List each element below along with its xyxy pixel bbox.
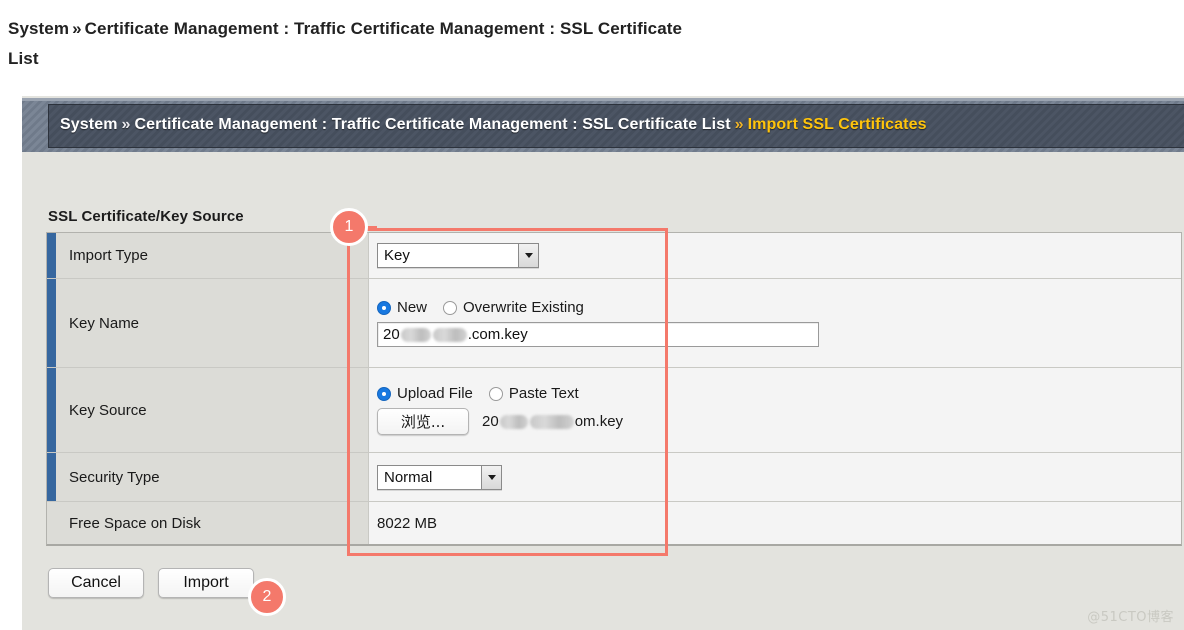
- page-title-path: Certificate Management : Traffic Certifi…: [84, 19, 683, 38]
- page-title-separator-icon: »: [72, 19, 82, 38]
- annotation-badge-2: 2: [248, 578, 286, 616]
- radio-key-name-overwrite[interactable]: [443, 300, 458, 315]
- row-label-key-source: Key Source: [47, 368, 369, 452]
- table-row: Key Source Upload File Paste Text 浏览... …: [47, 368, 1181, 453]
- breadcrumb-separator-1-icon: »: [121, 116, 131, 133]
- radio-key-name-new[interactable]: [377, 300, 391, 315]
- cancel-button[interactable]: Cancel: [48, 568, 144, 598]
- row-value-import-type: Key: [369, 233, 1181, 278]
- breadcrumb-current: Import SSL Certificates: [747, 116, 927, 133]
- key-name-input[interactable]: 20 .com.key: [377, 322, 819, 347]
- radio-label-key-source-paste-text: Paste Text: [508, 385, 579, 402]
- redacted-text-block: [400, 327, 431, 342]
- row-value-key-name: New Overwrite Existing 20 .com.key: [369, 279, 1181, 367]
- file-upload-row: 浏览... 20 om.key: [377, 408, 1181, 435]
- page-title-root: System: [8, 19, 70, 38]
- import-button[interactable]: Import: [158, 568, 254, 598]
- table-row: Free Space on Disk 8022 MB: [47, 502, 1181, 544]
- page-title: System» Certificate Management : Traffic …: [8, 14, 938, 74]
- chevron-down-icon[interactable]: [518, 244, 538, 267]
- redacted-text-block: [529, 414, 574, 429]
- page-title-line2: List: [8, 49, 39, 68]
- import-type-select[interactable]: Key: [377, 243, 539, 268]
- radio-key-source-paste-text[interactable]: [488, 386, 503, 401]
- file-name-suffix: om.key: [574, 413, 624, 430]
- file-name-prefix: 20: [482, 413, 499, 430]
- row-value-free-space-on-disk: 8022 MB: [369, 502, 1181, 544]
- security-type-selected-value: Normal: [384, 468, 433, 486]
- key-name-value-prefix: 20: [383, 326, 400, 343]
- key-source-mode-radio-group: Upload File Paste Text: [377, 385, 1181, 402]
- breadcrumb: System» Certificate Management : Traffic …: [48, 104, 1184, 148]
- row-value-key-source: Upload File Paste Text 浏览... 20 om.key: [369, 368, 1181, 452]
- radio-label-key-name-new: New: [397, 299, 428, 316]
- breadcrumb-separator-2-icon: »: [734, 116, 744, 133]
- breadcrumb-path[interactable]: Certificate Management : Traffic Certifi…: [135, 116, 731, 133]
- table-row: Import Type Key: [47, 233, 1181, 279]
- radio-label-key-name-overwrite: Overwrite Existing: [463, 299, 584, 316]
- redacted-text-block: [432, 327, 467, 342]
- security-type-select[interactable]: Normal: [377, 464, 502, 490]
- row-label-security-type: Security Type: [47, 453, 369, 501]
- row-label-import-type: Import Type: [47, 233, 369, 278]
- redacted-text-block: [499, 414, 528, 429]
- breadcrumb-root[interactable]: System: [60, 116, 118, 133]
- radio-label-key-source-upload-file: Upload File: [397, 385, 473, 402]
- table-row: Key Name New Overwrite Existing 20 .com.k…: [47, 279, 1181, 368]
- browse-file-button[interactable]: 浏览...: [377, 408, 469, 435]
- form-actions: Cancel Import: [48, 568, 254, 598]
- key-name-mode-radio-group: New Overwrite Existing: [377, 299, 1181, 316]
- radio-key-source-upload-file[interactable]: [377, 386, 391, 401]
- ssl-key-source-form: Import Type Key Key Name New Overwrite E…: [46, 232, 1182, 546]
- section-heading: SSL Certificate/Key Source: [48, 208, 244, 225]
- annotation-badge-1: 1: [330, 208, 368, 246]
- import-type-selected-value: Key: [384, 247, 410, 264]
- selected-file-name: 20 om.key: [482, 413, 623, 430]
- row-value-security-type: Normal: [369, 453, 1181, 501]
- table-row: Security Type Normal: [47, 453, 1181, 502]
- key-name-value-suffix: .com.key: [467, 326, 528, 343]
- row-label-key-name: Key Name: [47, 279, 369, 367]
- chevron-down-icon[interactable]: [481, 465, 501, 489]
- row-label-free-space-on-disk: Free Space on Disk: [47, 502, 369, 544]
- watermark: @51CTO博客: [1087, 610, 1174, 625]
- application-panel: System» Certificate Management : Traffic …: [22, 96, 1184, 630]
